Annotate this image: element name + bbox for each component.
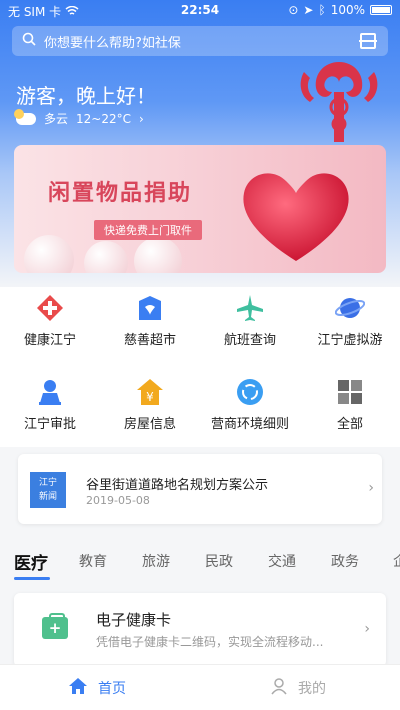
balloon-decoration — [24, 235, 74, 273]
health-cross-icon — [35, 293, 65, 323]
service-jiangning-approval[interactable]: 江宁审批 — [0, 375, 100, 447]
battery-percent: 100% — [330, 3, 365, 17]
donation-banner[interactable]: 闲置物品捐助 快递免费上门取件 — [14, 145, 386, 273]
search-placeholder: 你想要什么帮助?如社保 — [44, 35, 181, 51]
banner-subtitle: 快递免费上门取件 — [94, 220, 202, 240]
news-card[interactable]: 江宁 新闻 谷里街道道路地名规划方案公示 2019-05-08 › — [18, 454, 382, 524]
approval-person-icon — [35, 377, 65, 407]
weather-condition: 多云 — [44, 112, 69, 126]
planet-icon — [334, 293, 366, 323]
cloudy-icon — [14, 108, 36, 125]
tab-government[interactable]: 政务 — [331, 551, 359, 571]
card-title: 电子健康卡 — [96, 611, 172, 629]
category-tabs: 医疗 教育 旅游 民政 交通 政务 企 — [0, 545, 400, 580]
chevron-right-icon: › — [364, 621, 370, 637]
service-label: 房屋信息 — [123, 417, 176, 432]
service-label: 航班查询 — [223, 333, 276, 348]
nav-mine[interactable]: 我的 — [270, 677, 326, 699]
banner-title: 闲置物品捐助 — [48, 181, 193, 206]
service-label: 江宁虚拟游 — [317, 333, 383, 348]
scan-icon[interactable] — [359, 33, 377, 49]
airplane-icon — [235, 293, 265, 323]
greeting-text: 游客，晚上好！ — [16, 84, 156, 108]
tab-education[interactable]: 教育 — [79, 551, 107, 571]
news-headline: 谷里街道道路地名规划方案公示 — [86, 478, 269, 493]
service-health-jiangning[interactable]: 健康江宁 — [0, 291, 100, 363]
search-icon — [22, 32, 36, 50]
e-health-card-item[interactable]: 电子健康卡 凭借电子健康卡二维码，实现全流程移动... › — [14, 593, 386, 667]
status-bar: 无 SIM 卡 22:54 ⊙ ➤ ᛒ 100% — [0, 0, 400, 22]
location-icon: ➤ — [303, 3, 314, 17]
balloon-decoration — [84, 241, 128, 273]
nav-home-label: 首页 — [98, 681, 126, 697]
nav-mine-label: 我的 — [298, 681, 326, 697]
tab-active-indicator — [14, 577, 50, 580]
service-label: 健康江宁 — [23, 333, 76, 348]
refresh-circle-icon — [235, 377, 265, 407]
tab-civil-affairs[interactable]: 民政 — [205, 551, 233, 571]
services-grid: 健康江宁 慈善超市 航班查询 江宁虚拟游 江宁审批 ¥ 房屋信息 营商环境细则 … — [0, 287, 400, 447]
heart-icon — [243, 173, 349, 261]
card-description: 凭借电子健康卡二维码，实现全流程移动... — [96, 635, 324, 649]
service-all[interactable]: 全部 — [300, 375, 400, 447]
service-virtual-tour[interactable]: 江宁虚拟游 — [300, 291, 400, 363]
tab-enterprise[interactable]: 企 — [393, 551, 400, 571]
bottom-navigation: 首页 我的 — [0, 664, 400, 710]
tab-medical[interactable]: 医疗 — [14, 549, 48, 574]
bluetooth-icon: ᛒ — [318, 3, 326, 17]
jiangning-news-logo: 江宁 新闻 — [30, 472, 66, 508]
service-label: 江宁审批 — [23, 417, 76, 432]
battery-icon — [370, 5, 392, 15]
tab-transport[interactable]: 交通 — [268, 551, 296, 571]
logo-text: 江宁 — [38, 478, 57, 488]
person-icon — [270, 677, 288, 699]
weather-widget[interactable]: 多云 12~22°C › — [14, 108, 144, 127]
medical-kit-icon — [42, 613, 68, 639]
balloon-decoration — [134, 237, 182, 273]
nav-home[interactable]: 首页 — [68, 677, 126, 699]
service-charity-market[interactable]: 慈善超市 — [100, 291, 200, 363]
store-icon — [135, 293, 165, 323]
chevron-right-icon: › — [368, 480, 374, 496]
service-label: 营商环境细则 — [210, 417, 289, 432]
chevron-right-icon: › — [139, 111, 144, 126]
service-business-rules[interactable]: 营商环境细则 — [200, 375, 300, 447]
home-icon — [68, 677, 88, 699]
news-date: 2019-05-08 — [86, 494, 150, 507]
weather-temperature: 12~22°C — [76, 111, 131, 126]
service-housing-info[interactable]: ¥ 房屋信息 — [100, 375, 200, 447]
service-label: 全部 — [336, 417, 363, 432]
house-yuan-icon: ¥ — [135, 377, 165, 407]
svg-text:¥: ¥ — [146, 390, 154, 404]
tab-travel[interactable]: 旅游 — [142, 551, 170, 571]
grid-icon — [335, 377, 365, 407]
service-flight-query[interactable]: 航班查询 — [200, 291, 300, 363]
logo-text: 新闻 — [38, 492, 57, 502]
service-label: 慈善超市 — [123, 333, 176, 348]
rotation-lock-icon: ⊙ — [288, 3, 299, 17]
jiangning-emblem-icon — [300, 62, 378, 142]
